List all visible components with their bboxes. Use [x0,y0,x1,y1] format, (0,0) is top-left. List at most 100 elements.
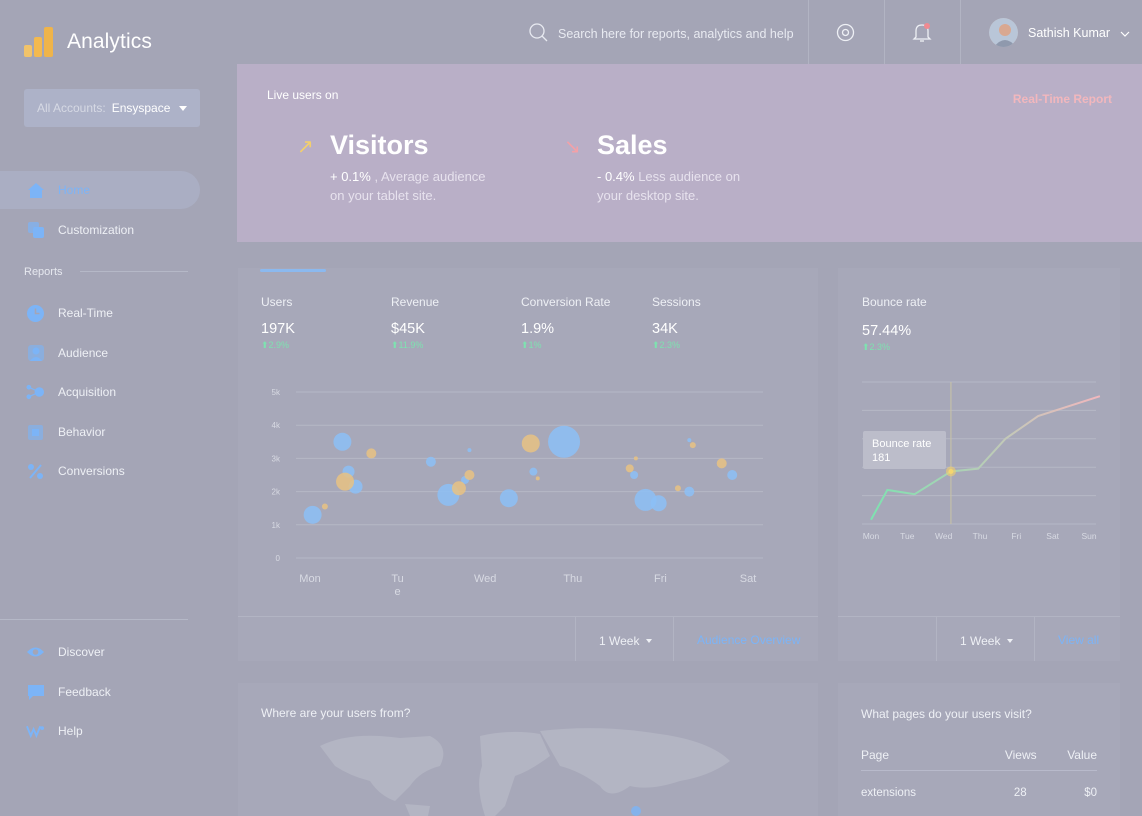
bubble-point [464,470,475,480]
card-footer-divider [838,616,1120,617]
bubble-point [451,481,466,496]
visitors-description: + 0.1% , Average audience on your tablet… [330,167,500,205]
avatar [989,18,1018,47]
metric-conversion-rate[interactable]: Conversion Rate 1.9% ⬆1% [521,295,610,351]
sidebar-item-label: Conversions [58,464,125,478]
bubble-point [467,448,472,453]
sidebar-item-label: Discover [58,645,105,659]
sidebar-item-discover[interactable]: Discover [0,633,105,671]
bounce-range-dropdown[interactable]: 1 Week [960,634,1014,648]
sidebar-item-audience[interactable]: Audience [0,334,108,372]
footer-divider [936,617,937,661]
sidebar-item-label: Feedback [58,685,111,699]
metric-label: Revenue [391,295,440,309]
sales-stat: ↘ Sales - 0.4% Less audience on your des… [564,130,767,205]
sales-description: - 0.4% Less audience on your desktop sit… [597,167,767,205]
sync-icon[interactable] [835,22,856,48]
reports-section-label: Reports [24,266,63,278]
column-header-value: Value [1036,748,1097,771]
visitors-stat: ↗ Visitors + 0.1% , Average audience on … [297,130,500,205]
metric-label: Users [261,295,293,309]
column-header-views: Views [972,748,1037,771]
arrow-up-right-icon: ↗ [297,136,314,158]
chevron-down-icon [1007,639,1014,643]
metric-tab-indicator [260,269,326,272]
x-tick-label: Fri [1011,531,1021,541]
visitors-change: + 0.1% [330,169,371,184]
user-name: Sathish Kumar [1028,25,1110,40]
chat-icon [26,683,45,702]
sidebar-item-realtime[interactable]: Real-Time [0,294,113,332]
bubble-point [333,432,352,451]
sidebar-item-label: Home [58,183,91,197]
x-tick-label: Tue [900,531,915,541]
sidebar-divider [0,619,188,620]
search-input[interactable]: Search here for reports, analytics and h… [558,27,794,41]
sidebar-item-label: Acquisition [58,385,117,399]
footer-divider [1034,617,1035,661]
arrow-up-icon: ⬆ [391,340,399,350]
view-all-link[interactable]: View all [1058,633,1099,647]
bubble-point [529,467,538,476]
footer-divider [673,617,674,661]
sidebar-item-feedback[interactable]: Feedback [0,673,111,711]
metric-sessions[interactable]: Sessions 34K ⬆2.3% [652,295,701,351]
bubble-point [303,505,322,524]
analytics-logo-icon [24,27,54,57]
audience-overview-link[interactable]: Audience Overview [697,633,800,647]
x-tick-label: Mon [863,531,880,541]
sidebar-item-conversions[interactable]: Conversions [0,452,125,490]
y-tick-label: 2k [272,488,281,497]
help-icon [26,722,45,741]
eye-icon [26,643,45,662]
y-tick-label: 4k [272,421,281,430]
table-row[interactable]: extensions 28 $0 [861,771,1097,799]
search-icon [528,22,548,45]
y-tick-label: 3k [272,454,281,463]
account-selector[interactable]: All Accounts: Ensyspace [24,89,200,127]
bubble-point [633,456,638,461]
bubble-point [499,489,518,508]
topbar-divider [960,0,961,66]
metric-value: 1.9% [521,321,555,337]
sidebar-item-acquisition[interactable]: Acquisition [0,373,116,411]
user-icon [26,344,45,363]
y-tick-label: 5k [272,388,281,397]
sidebar-item-label: Help [58,724,83,738]
x-tick-label: Thu [563,573,582,585]
arrow-down-right-icon: ↘ [564,136,581,158]
sidebar-item-label: Customization [58,223,135,237]
behavior-icon [26,423,45,442]
account-label: All Accounts: [37,101,106,115]
pages-card-title: What pages do your users visit? [861,707,1032,721]
bubble-point [727,470,738,480]
sidebar-item-behavior[interactable]: Behavior [0,413,105,451]
realtime-report-link[interactable]: Real-Time Report [1013,92,1112,106]
search-bar[interactable]: Search here for reports, analytics and h… [528,22,794,45]
user-menu[interactable]: Sathish Kumar [989,18,1130,47]
bubble-point [521,434,540,453]
sidebar-item-home[interactable]: Home [0,171,200,209]
metric-change: ⬆1% [521,340,542,350]
metric-users[interactable]: Users 197K ⬆2.9% [261,295,295,351]
app-logo[interactable]: Analytics [24,27,152,57]
bubble-point [425,456,436,467]
account-value: Ensyspace [111,101,171,115]
sidebar-item-customization[interactable]: Customization [0,211,134,249]
bubble-point [689,442,696,449]
sales-change: - 0.4% [597,169,635,184]
highlight-point [948,468,954,474]
app-title: Analytics [67,30,152,53]
audience-range-dropdown[interactable]: 1 Week [599,634,653,648]
chevron-down-icon [1120,26,1130,40]
metric-change: ⬆2.3% [862,342,891,352]
sidebar-item-help[interactable]: Help [0,712,83,750]
metric-revenue[interactable]: Revenue $45K ⬆11.9% [391,295,439,351]
bubble-point [684,486,695,497]
x-tick-label: Tu [391,573,403,585]
metric-label: Bounce rate [862,295,927,309]
audience-bubble-chart: 0 1k 2k 3k 4k 5k Mon Tue Wed Thu Fri Sat [272,388,763,598]
bell-icon[interactable] [912,22,932,48]
tooltip-label: Bounce rate [872,438,932,450]
x-tick-label: Mon [299,573,320,585]
